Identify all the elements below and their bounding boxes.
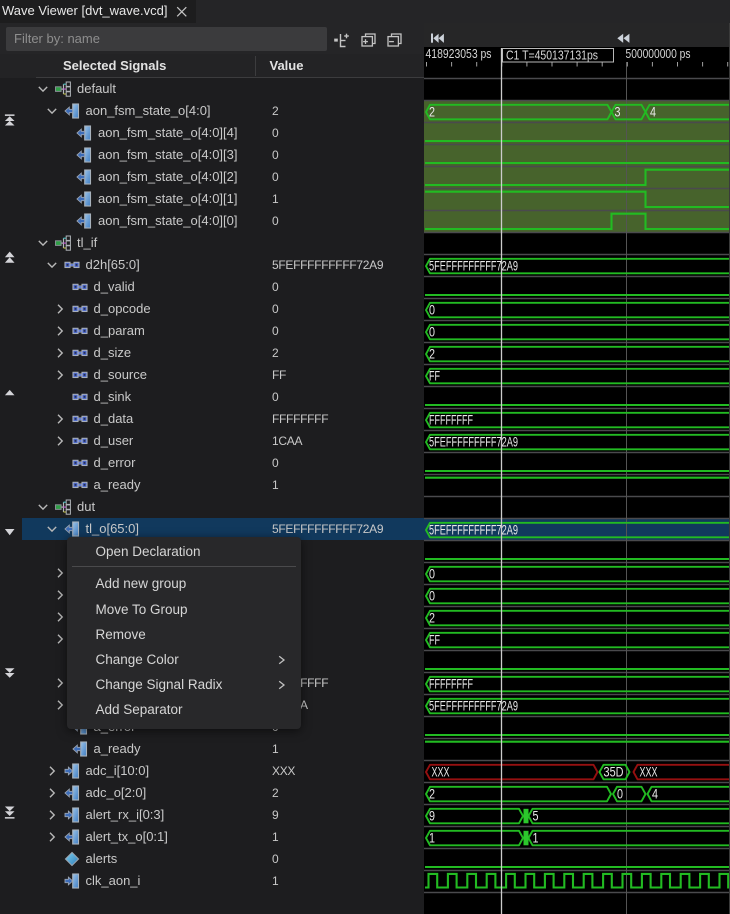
svg-text:FFFFFFFF: FFFFFFFF: [429, 413, 473, 428]
svg-text:2: 2: [429, 611, 435, 626]
svg-text:5FEFFFFFFFFF72A9: 5FEFFFFFFFFF72A9: [429, 435, 518, 450]
svg-text:0: 0: [429, 589, 435, 604]
svg-text:4: 4: [650, 105, 656, 120]
svg-text:5: 5: [533, 809, 539, 824]
svg-text:0: 0: [429, 567, 435, 582]
svg-text:1: 1: [429, 831, 435, 846]
svg-text:5FEFFFFFFFFF72A9: 5FEFFFFFFFFF72A9: [429, 523, 518, 538]
svg-text:0: 0: [429, 303, 435, 318]
svg-text:4: 4: [652, 787, 658, 802]
svg-text:35D: 35D: [604, 765, 624, 780]
svg-text:1: 1: [533, 831, 539, 846]
svg-text:500000000 ps: 500000000 ps: [626, 46, 691, 61]
svg-text:XXX: XXX: [432, 765, 450, 780]
svg-text:2: 2: [429, 347, 435, 362]
svg-text:C1 T=450137131ps: C1 T=450137131ps: [506, 47, 598, 62]
svg-text:3: 3: [615, 105, 621, 120]
svg-text:XXX: XXX: [640, 765, 658, 780]
svg-text:5FEFFFFFFFFF72A9: 5FEFFFFFFFFF72A9: [429, 259, 518, 274]
svg-text:5FEFFFFFFFFF72A9: 5FEFFFFFFFFF72A9: [429, 699, 518, 714]
svg-text:0: 0: [429, 325, 435, 340]
svg-text:FFFFFFFF: FFFFFFFF: [429, 677, 473, 692]
svg-text:418923053 ps: 418923053 ps: [426, 46, 492, 61]
svg-text:2: 2: [429, 105, 435, 120]
svg-text:FF: FF: [429, 633, 440, 648]
svg-text:FF: FF: [429, 369, 440, 384]
svg-text:0: 0: [617, 787, 623, 802]
svg-text:9: 9: [429, 809, 435, 824]
svg-text:2: 2: [429, 787, 435, 802]
